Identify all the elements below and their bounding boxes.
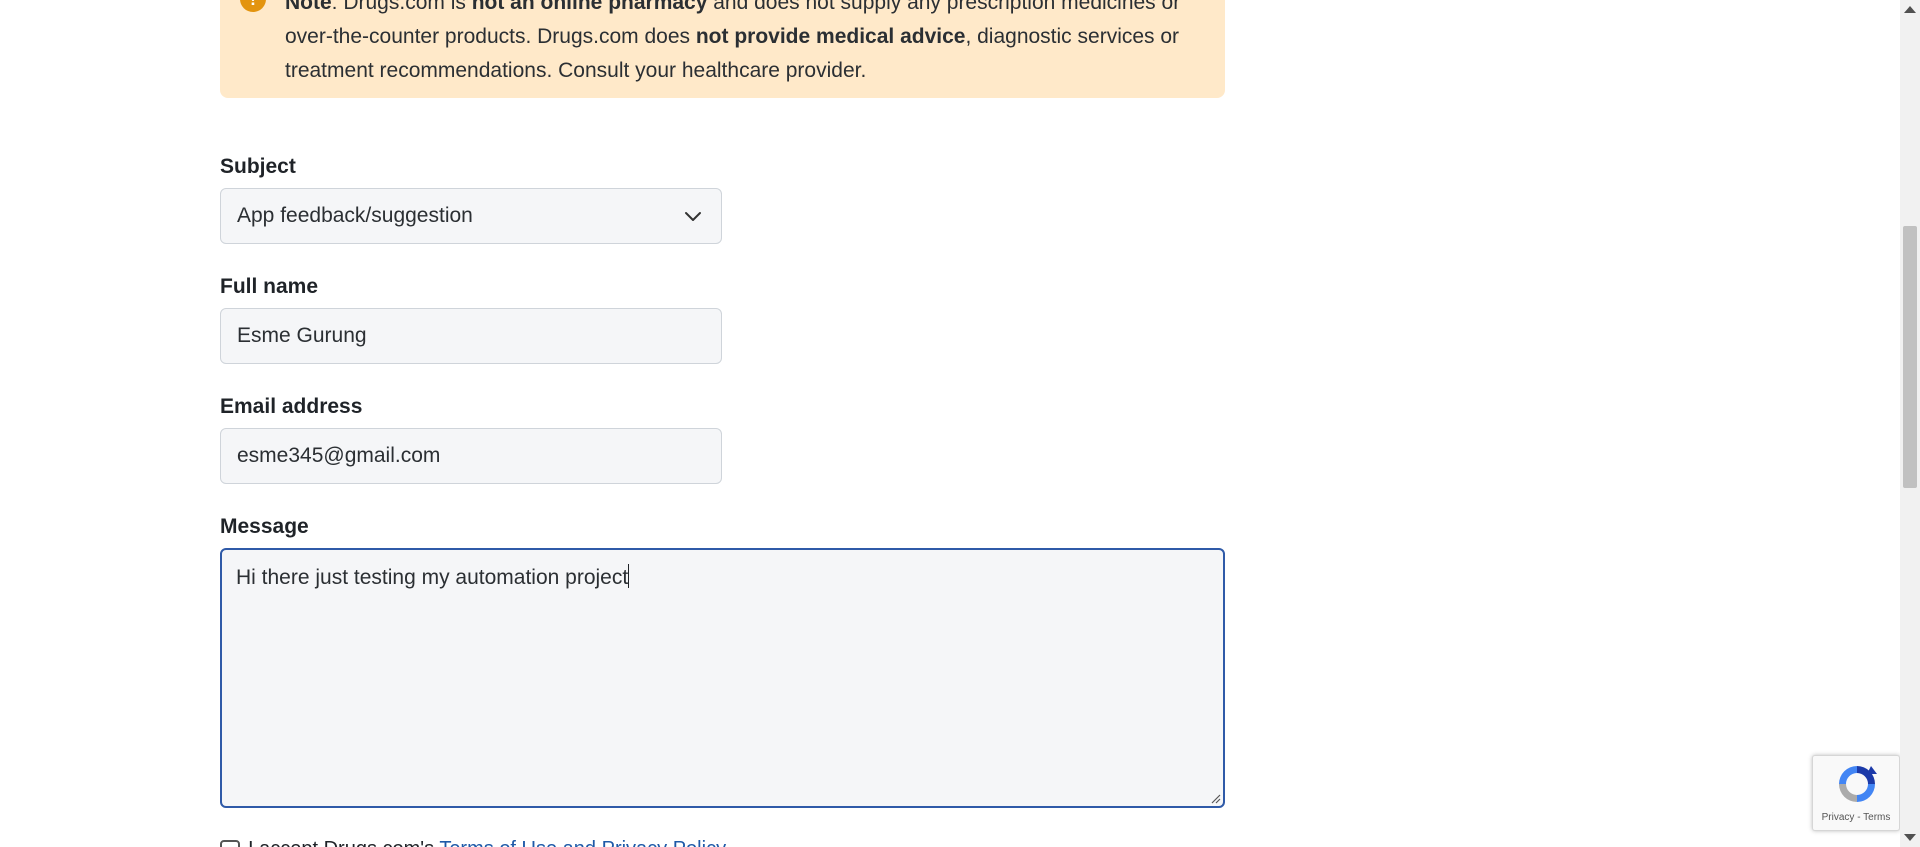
email-value: esme345@gmail.com <box>237 444 441 467</box>
note-line-1: Note: Drugs.com is not an online pharmac… <box>285 0 1185 20</box>
note-line-3: treatment recommendations. Consult your … <box>285 59 867 82</box>
recaptcha-terms-link[interactable]: Terms <box>1863 812 1890 823</box>
chevron-down-icon <box>685 212 701 221</box>
subject-selected-value: App feedback/suggestion <box>237 204 473 227</box>
recaptcha-icon <box>1839 766 1877 802</box>
terms-agree-row: I accept Drugs.com's Terms of Use and Pr… <box>220 838 726 847</box>
scroll-up-icon[interactable] <box>1904 6 1916 13</box>
note-line-2: over-the-counter products. Drugs.com doe… <box>285 25 1180 48</box>
note-banner: Note: Drugs.com is not an online pharmac… <box>220 0 1225 98</box>
fullname-value: Esme Gurung <box>237 324 367 347</box>
recaptcha-links: Privacy - Terms <box>1821 812 1891 823</box>
page-scrollbar[interactable] <box>1900 0 1920 847</box>
message-value: Hi there just testing my automation proj… <box>236 566 629 589</box>
contact-form-page: Note: Drugs.com is not an online pharmac… <box>0 0 1920 847</box>
subject-select[interactable]: App feedback/suggestion <box>220 188 722 244</box>
message-textarea[interactable]: Hi there just testing my automation proj… <box>220 548 1225 808</box>
terms-checkbox[interactable] <box>220 839 240 847</box>
fullname-label: Full name <box>220 275 319 298</box>
fullname-input[interactable]: Esme Gurung <box>220 308 722 364</box>
scroll-thumb[interactable] <box>1903 226 1917 488</box>
scroll-down-icon[interactable] <box>1904 834 1916 841</box>
resize-handle-icon[interactable] <box>1209 792 1221 804</box>
terms-agree-text: I accept Drugs.com's <box>248 838 439 847</box>
terms-link[interactable]: Terms of Use and Privacy Policy <box>439 838 726 847</box>
note-label: Note <box>285 0 332 14</box>
text-caret <box>628 564 630 588</box>
recaptcha-badge[interactable]: Privacy - Terms <box>1812 755 1900 831</box>
email-input[interactable]: esme345@gmail.com <box>220 428 722 484</box>
recaptcha-privacy-link[interactable]: Privacy <box>1822 812 1855 823</box>
email-label: Email address <box>220 395 363 418</box>
subject-label: Subject <box>220 155 296 178</box>
message-label: Message <box>220 515 309 538</box>
